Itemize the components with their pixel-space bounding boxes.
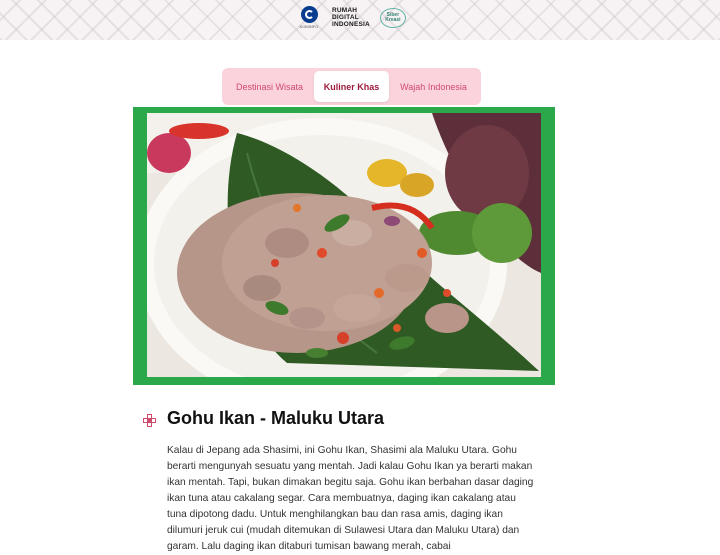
ornament-icon — [143, 414, 156, 427]
kominfo-icon — [300, 6, 318, 23]
kominfo-label: KOMINFO — [299, 24, 319, 29]
tab-wajah-indonesia[interactable]: Wajah Indonesia — [389, 71, 478, 102]
tab-destinasi-wisata[interactable]: Destinasi Wisata — [225, 71, 314, 102]
logo-line: INDONESIA — [332, 21, 370, 28]
header-logos: KOMINFO RUMAH DIGITAL INDONESIA Siber Kr… — [296, 6, 406, 29]
dish-photo — [147, 113, 541, 377]
article-body: Kalau di Jepang ada Shasimi, ini Gohu Ik… — [167, 445, 534, 552]
dish-image-frame — [133, 107, 555, 385]
rumah-digital-indonesia-logo[interactable]: RUMAH DIGITAL INDONESIA — [332, 7, 370, 28]
siberkreasi-badge[interactable]: Siber Kreasi — [379, 7, 406, 28]
article-title: Gohu Ikan - Maluku Utara — [167, 408, 385, 428]
tab-kuliner-khas[interactable]: Kuliner Khas — [314, 71, 389, 102]
logo-line: DIGITAL — [332, 14, 359, 21]
badge-label: Siber Kreasi — [385, 11, 401, 23]
logo-line: RUMAH — [332, 7, 358, 14]
category-tabs: Destinasi Wisata Kuliner Khas Wajah Indo… — [222, 68, 481, 105]
gohu-ikan-illustration — [147, 113, 541, 377]
kominfo-logo[interactable]: KOMINFO — [296, 6, 322, 29]
